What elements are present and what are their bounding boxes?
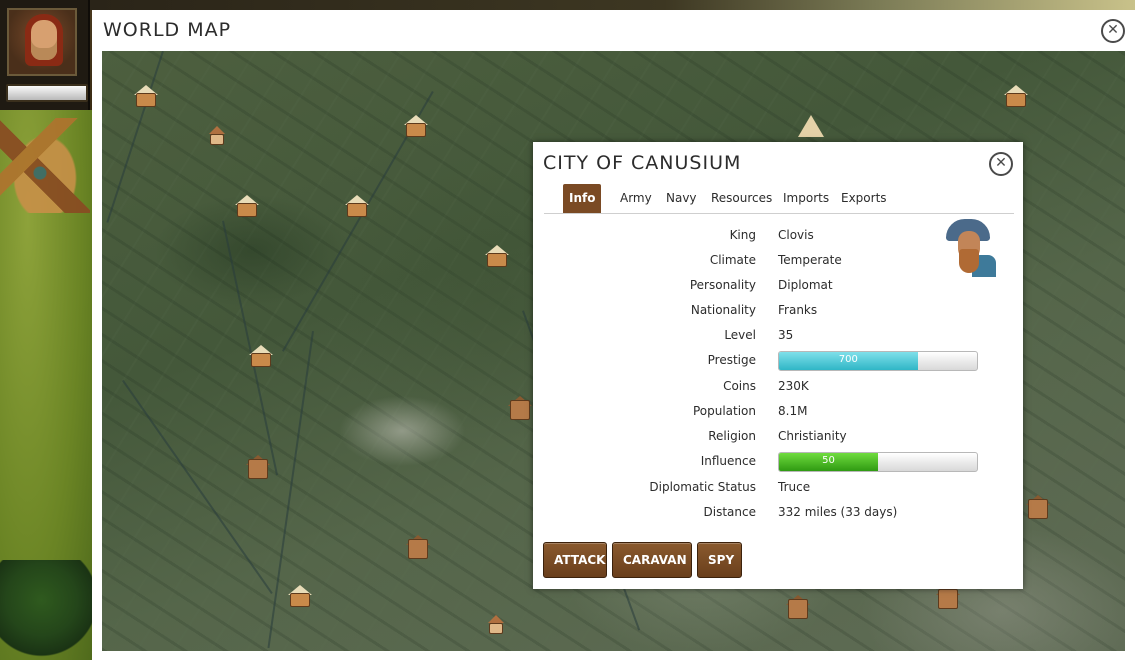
info-value: Clovis (778, 228, 814, 242)
info-value: Franks (778, 303, 818, 317)
info-value: Christianity (778, 429, 847, 443)
city-marker[interactable] (286, 585, 314, 611)
info-value: 332 miles (33 days) (778, 505, 898, 519)
info-label: Influence (700, 454, 756, 468)
prestige-bar: 700 (778, 351, 978, 371)
game-screen: WORLD MAP ✕ CITY OF CANUSIUM ✕ Info Army… (0, 0, 1135, 660)
info-row-population: Population 8.1M (533, 402, 1023, 422)
city-marker[interactable] (1002, 85, 1030, 111)
city-title: CITY OF CANUSIUM (543, 152, 742, 174)
info-label: Prestige (707, 353, 756, 367)
info-label: Diplomatic Status (649, 480, 756, 494)
info-row-personality: Personality Diplomat (533, 276, 1023, 296)
info-label: Nationality (690, 303, 756, 317)
fort-marker[interactable] (1024, 495, 1052, 521)
city-info-dialog: CITY OF CANUSIUM ✕ Info Army Navy Resour… (533, 142, 1023, 589)
caravan-button[interactable]: CARAVAN (612, 542, 692, 578)
info-row-climate: Climate Temperate (533, 251, 1023, 271)
city-tabs: Info Army Navy Resources Imports Exports (544, 184, 1014, 214)
tab-imports[interactable]: Imports (777, 184, 835, 213)
tab-resources[interactable]: Resources (705, 184, 778, 213)
tab-info[interactable]: Info (563, 184, 602, 213)
info-row-nationality: Nationality Franks (533, 301, 1023, 321)
tab-navy[interactable]: Navy (660, 184, 703, 213)
attack-button[interactable]: ATTACK (543, 542, 607, 578)
advisor-portrait-icon[interactable] (7, 8, 77, 76)
info-label: Climate (709, 253, 756, 267)
village-marker[interactable] (488, 615, 506, 635)
info-label: King (729, 228, 756, 242)
info-value: 8.1M (778, 404, 808, 418)
info-label: Distance (703, 505, 756, 519)
fort-marker[interactable] (506, 396, 534, 422)
info-label: Population (692, 404, 756, 418)
world-map-title: WORLD MAP (103, 19, 232, 41)
info-row-diplomatic-status: Diplomatic Status Truce (533, 478, 1023, 498)
prestige-value: 700 (838, 354, 858, 365)
camp-marker[interactable] (796, 113, 824, 139)
info-value: 35 (778, 328, 794, 342)
info-row-level: Level 35 (533, 326, 1023, 346)
village-buildings (0, 118, 90, 213)
info-row-prestige: Prestige 700 (533, 351, 1023, 371)
city-marker[interactable] (247, 345, 275, 371)
city-marker[interactable] (343, 195, 371, 221)
info-row-king: King Clovis (533, 226, 1023, 246)
city-marker[interactable] (132, 85, 160, 111)
info-value: Diplomat (778, 278, 833, 292)
info-value: Temperate (778, 253, 842, 267)
village-marker[interactable] (209, 126, 227, 146)
tree (0, 560, 92, 660)
advisor-panel (0, 0, 90, 110)
info-label: Religion (708, 429, 756, 443)
spy-button[interactable]: SPY (697, 542, 742, 578)
city-marker[interactable] (402, 115, 430, 141)
info-label: Coins (723, 379, 756, 393)
close-icon[interactable]: ✕ (1101, 19, 1125, 43)
world-top-edge (90, 0, 1135, 10)
advisor-status-bar (6, 84, 88, 102)
tab-army[interactable]: Army (614, 184, 658, 213)
fort-marker[interactable] (244, 455, 272, 481)
fort-marker[interactable] (784, 595, 812, 621)
info-row-distance: Distance 332 miles (33 days) (533, 503, 1023, 523)
influence-bar: 50 (778, 452, 978, 472)
fort-marker[interactable] (404, 535, 432, 561)
river (122, 379, 273, 594)
river (106, 51, 164, 223)
close-icon[interactable]: ✕ (989, 152, 1013, 176)
info-label: Personality (689, 278, 756, 292)
info-row-religion: Religion Christianity (533, 427, 1023, 447)
info-label: Level (724, 328, 756, 342)
info-row-coins: Coins 230K (533, 377, 1023, 397)
tab-exports[interactable]: Exports (835, 184, 893, 213)
city-marker[interactable] (483, 245, 511, 271)
info-row-influence: Influence 50 (533, 452, 1023, 472)
info-value: 230K (778, 379, 809, 393)
city-marker[interactable] (233, 195, 261, 221)
info-value: Truce (778, 480, 811, 494)
influence-value: 50 (822, 455, 835, 466)
